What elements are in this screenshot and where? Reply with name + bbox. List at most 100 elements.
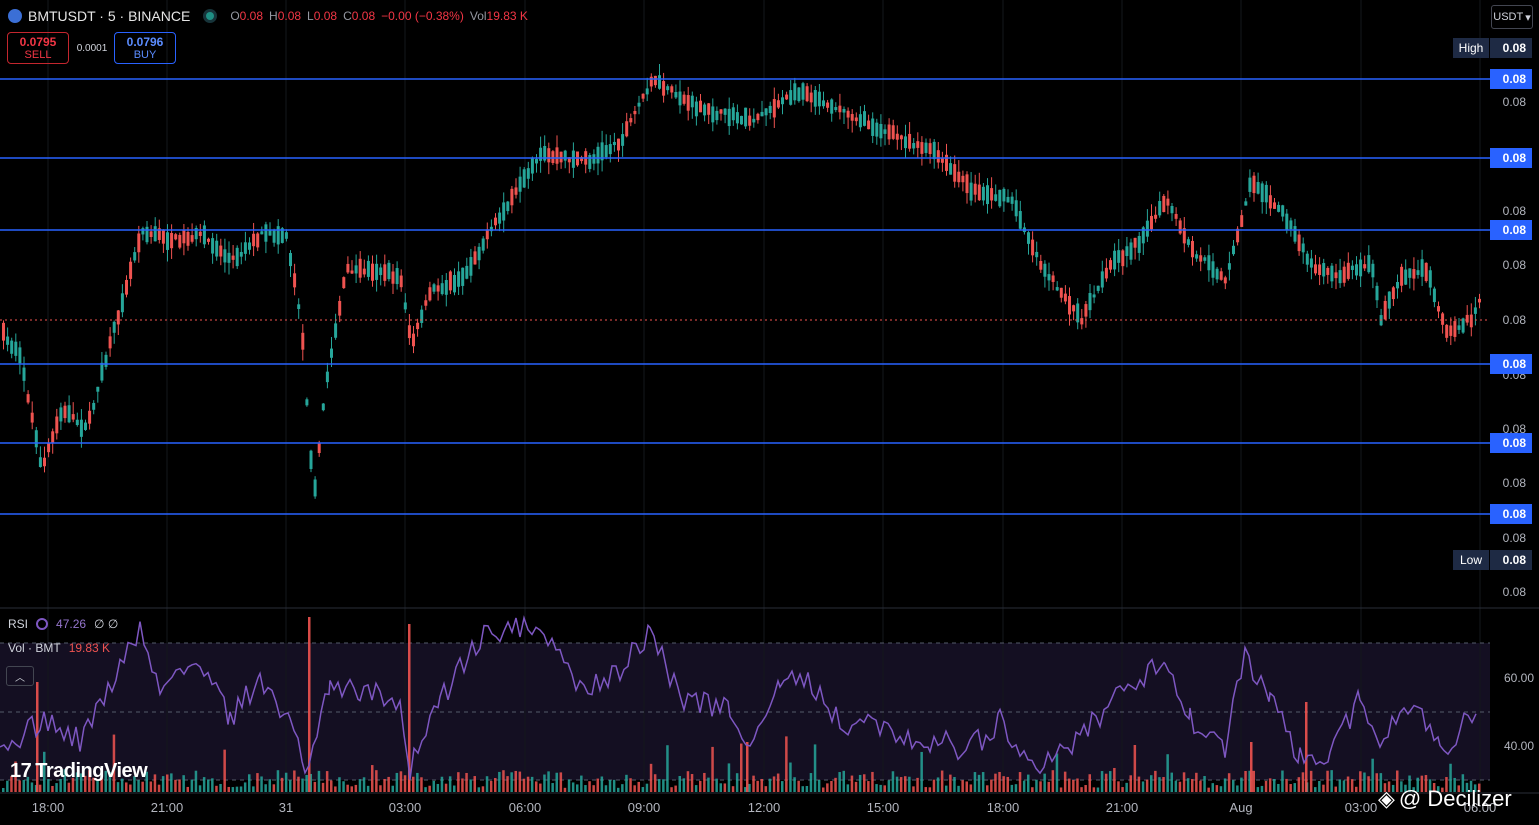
candle — [215, 240, 219, 257]
volume-bar — [387, 776, 390, 792]
time-axis-label: 03:00 — [1345, 800, 1378, 815]
volume-bar — [280, 777, 284, 792]
candle — [727, 108, 731, 127]
candle — [301, 332, 305, 350]
volume-legend[interactable]: Vol · BMT 19.83 K — [8, 641, 110, 655]
candle — [826, 102, 830, 108]
chart-canvas[interactable]: 0.08 0.08 0.08 0.08 0.08 0.08 0.08 0.08 0.08 High… — [0, 0, 1539, 825]
candle — [612, 141, 616, 146]
price-tick-label: 0.08 — [1503, 476, 1527, 490]
candle — [1281, 205, 1285, 217]
symbol-title[interactable]: BMTUSDT · 5 · BINANCE — [28, 8, 190, 24]
candle — [1404, 269, 1408, 285]
rsi-legend[interactable]: RSI 47.26 ∅ ∅ — [8, 617, 118, 631]
volume-bar — [30, 782, 34, 792]
candle — [707, 103, 711, 115]
volume-bar — [194, 770, 198, 792]
price-tick-label: 0.08 — [1503, 258, 1527, 272]
buy-button[interactable]: 0.0796 BUY — [114, 32, 176, 64]
candle — [1305, 253, 1309, 265]
candle — [649, 76, 653, 87]
candle — [1186, 239, 1190, 245]
rsi-settings-icon[interactable] — [36, 618, 49, 630]
candle — [1088, 293, 1092, 311]
volume-bar — [1297, 777, 1301, 792]
candle — [969, 182, 973, 201]
volume-bar — [1268, 778, 1272, 792]
volume-bar — [924, 787, 927, 792]
candle — [178, 234, 182, 248]
volume-bar — [793, 777, 796, 792]
candle — [1293, 226, 1297, 242]
candle — [1457, 325, 1461, 330]
volume-bar — [1170, 772, 1173, 792]
volume-bar — [539, 783, 542, 792]
candle — [813, 89, 817, 107]
candle — [740, 115, 743, 125]
time-axis-label: 03:00 — [389, 800, 422, 815]
volume-bar — [940, 770, 944, 792]
candle — [928, 143, 932, 155]
volume-bar — [1195, 772, 1198, 792]
volume-bar — [920, 751, 923, 792]
volume-bar — [498, 771, 501, 792]
volume-bar — [760, 778, 763, 792]
candle — [1371, 263, 1375, 278]
candle — [1449, 325, 1453, 336]
volume-bar — [977, 774, 981, 792]
candle — [699, 100, 702, 113]
volume-bar — [707, 777, 710, 792]
volume-bar — [317, 770, 321, 792]
volume-bar — [338, 777, 341, 792]
volume-bar — [916, 777, 919, 792]
candle — [797, 87, 801, 102]
volume-bar — [1068, 778, 1071, 792]
candle — [961, 175, 965, 183]
candle — [1219, 271, 1223, 280]
volume-bar — [248, 774, 251, 792]
volume-bar — [612, 779, 616, 792]
candle — [776, 100, 780, 108]
candle — [1396, 281, 1399, 289]
candle — [1031, 239, 1035, 256]
sell-button[interactable]: 0.0795 SELL — [7, 32, 69, 64]
candle — [325, 371, 329, 383]
candle — [1063, 293, 1067, 302]
spread-value: 0.0001 — [76, 43, 108, 54]
candle — [75, 419, 79, 426]
volume-bar — [1100, 771, 1104, 792]
tradingview-logo[interactable]: 17 TradingView — [10, 760, 148, 783]
chevron-down-icon: ▾ — [1525, 11, 1531, 24]
candle — [235, 247, 239, 267]
volume-bar — [182, 775, 185, 792]
candle — [14, 341, 18, 356]
volume-bar — [858, 774, 862, 792]
volume-bar — [908, 776, 911, 792]
volume-bar — [1223, 778, 1227, 792]
market-status-icon[interactable] — [206, 12, 215, 20]
volume-bar — [986, 785, 989, 792]
candle — [563, 150, 567, 161]
candle — [781, 97, 784, 105]
candle — [899, 135, 903, 140]
currency-dropdown[interactable]: USDT ▾ — [1491, 5, 1533, 29]
volume-bar — [268, 779, 271, 792]
volume-bar — [1256, 787, 1260, 792]
candle — [1207, 255, 1211, 271]
volume-bar — [1055, 753, 1059, 792]
candle — [625, 121, 629, 137]
volume-bar — [330, 780, 333, 792]
collapse-indicators-button[interactable]: ︿ — [6, 666, 34, 686]
candle — [1154, 214, 1158, 219]
volume-bar — [949, 774, 952, 792]
candle — [260, 231, 264, 235]
volume-bar — [813, 744, 817, 792]
time-axis-label: 18:00 — [32, 800, 65, 815]
volume-bar — [998, 771, 1001, 792]
volume-bar — [879, 784, 882, 792]
volume-bar — [55, 783, 58, 792]
volume-bar — [211, 778, 214, 792]
candle — [990, 188, 994, 201]
price-tag-label: 0.08 — [1503, 41, 1527, 55]
volume-bar — [1334, 786, 1337, 792]
